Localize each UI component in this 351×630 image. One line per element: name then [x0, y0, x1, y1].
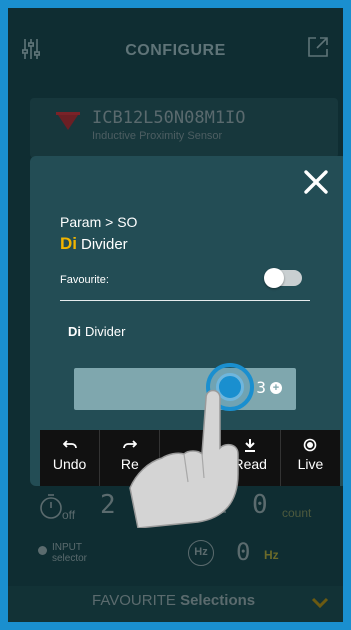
favourites-label: FAVOURITE Selections — [92, 592, 255, 609]
device-description: Inductive Proximity Sensor — [92, 130, 223, 142]
field-code: Di — [68, 324, 81, 339]
brand-logo-icon — [56, 112, 80, 139]
chevron-down-icon[interactable] — [311, 596, 329, 614]
frequency-unit: Hz — [264, 548, 279, 562]
input-selector-label[interactable]: INPUT selector — [52, 542, 87, 564]
app-screen: CONFIGURE ICB12L50N08M1IO Inductive Prox… — [8, 8, 343, 622]
input-label-line2: selector — [52, 553, 88, 564]
hand-pointer-icon — [128, 378, 248, 533]
expand-icon[interactable] — [307, 36, 329, 63]
undo-button[interactable]: Undo — [40, 430, 101, 486]
live-icon — [281, 438, 340, 454]
parameter-name: Divider — [81, 236, 128, 253]
counter-unit: count — [282, 506, 312, 520]
field-name: Divider — [85, 324, 126, 339]
top-bar: CONFIGURE — [8, 8, 343, 88]
close-icon[interactable] — [302, 168, 330, 196]
divider — [60, 300, 310, 301]
input-label-line1: INPUT — [52, 542, 82, 553]
favourite-label: Favourite: — [60, 274, 109, 286]
increment-button[interactable]: + — [270, 382, 282, 394]
undo-icon — [40, 438, 99, 454]
live-button[interactable]: Live — [281, 430, 340, 486]
frequency-icon: Hz — [188, 540, 214, 566]
breadcrumb: Param > SO — [60, 214, 138, 230]
slider-value: 3 — [256, 378, 266, 397]
parameter-code: Di — [60, 234, 77, 253]
stopwatch-icon — [38, 492, 64, 525]
page-title: CONFIGURE — [125, 42, 226, 59]
add-input-icon[interactable] — [38, 546, 47, 555]
favourites-label-bold: Selections — [180, 592, 256, 609]
input-frequency-row: INPUT selector Hz 0 Hz — [8, 538, 343, 580]
parameter-title: Di Divider — [60, 234, 128, 254]
favourite-toggle[interactable] — [264, 268, 302, 288]
live-label: Live — [297, 456, 324, 472]
counter-value: 0 — [252, 490, 268, 520]
favourites-label-prefix: FAVOURITE — [92, 592, 176, 609]
timer-state: off — [62, 508, 76, 522]
frequency-value: 0 — [236, 538, 251, 566]
favourites-bar[interactable]: FAVOURITE Selections — [8, 586, 343, 622]
toggle-knob — [264, 268, 284, 288]
undo-label: Undo — [52, 456, 87, 472]
device-card: ICB12L50N08M1IO Inductive Proximity Sens… — [30, 98, 338, 158]
device-model: ICB12L50N08M1IO — [92, 108, 246, 128]
field-title: Di Divider — [68, 324, 125, 339]
timer-value: 2 — [100, 490, 116, 520]
